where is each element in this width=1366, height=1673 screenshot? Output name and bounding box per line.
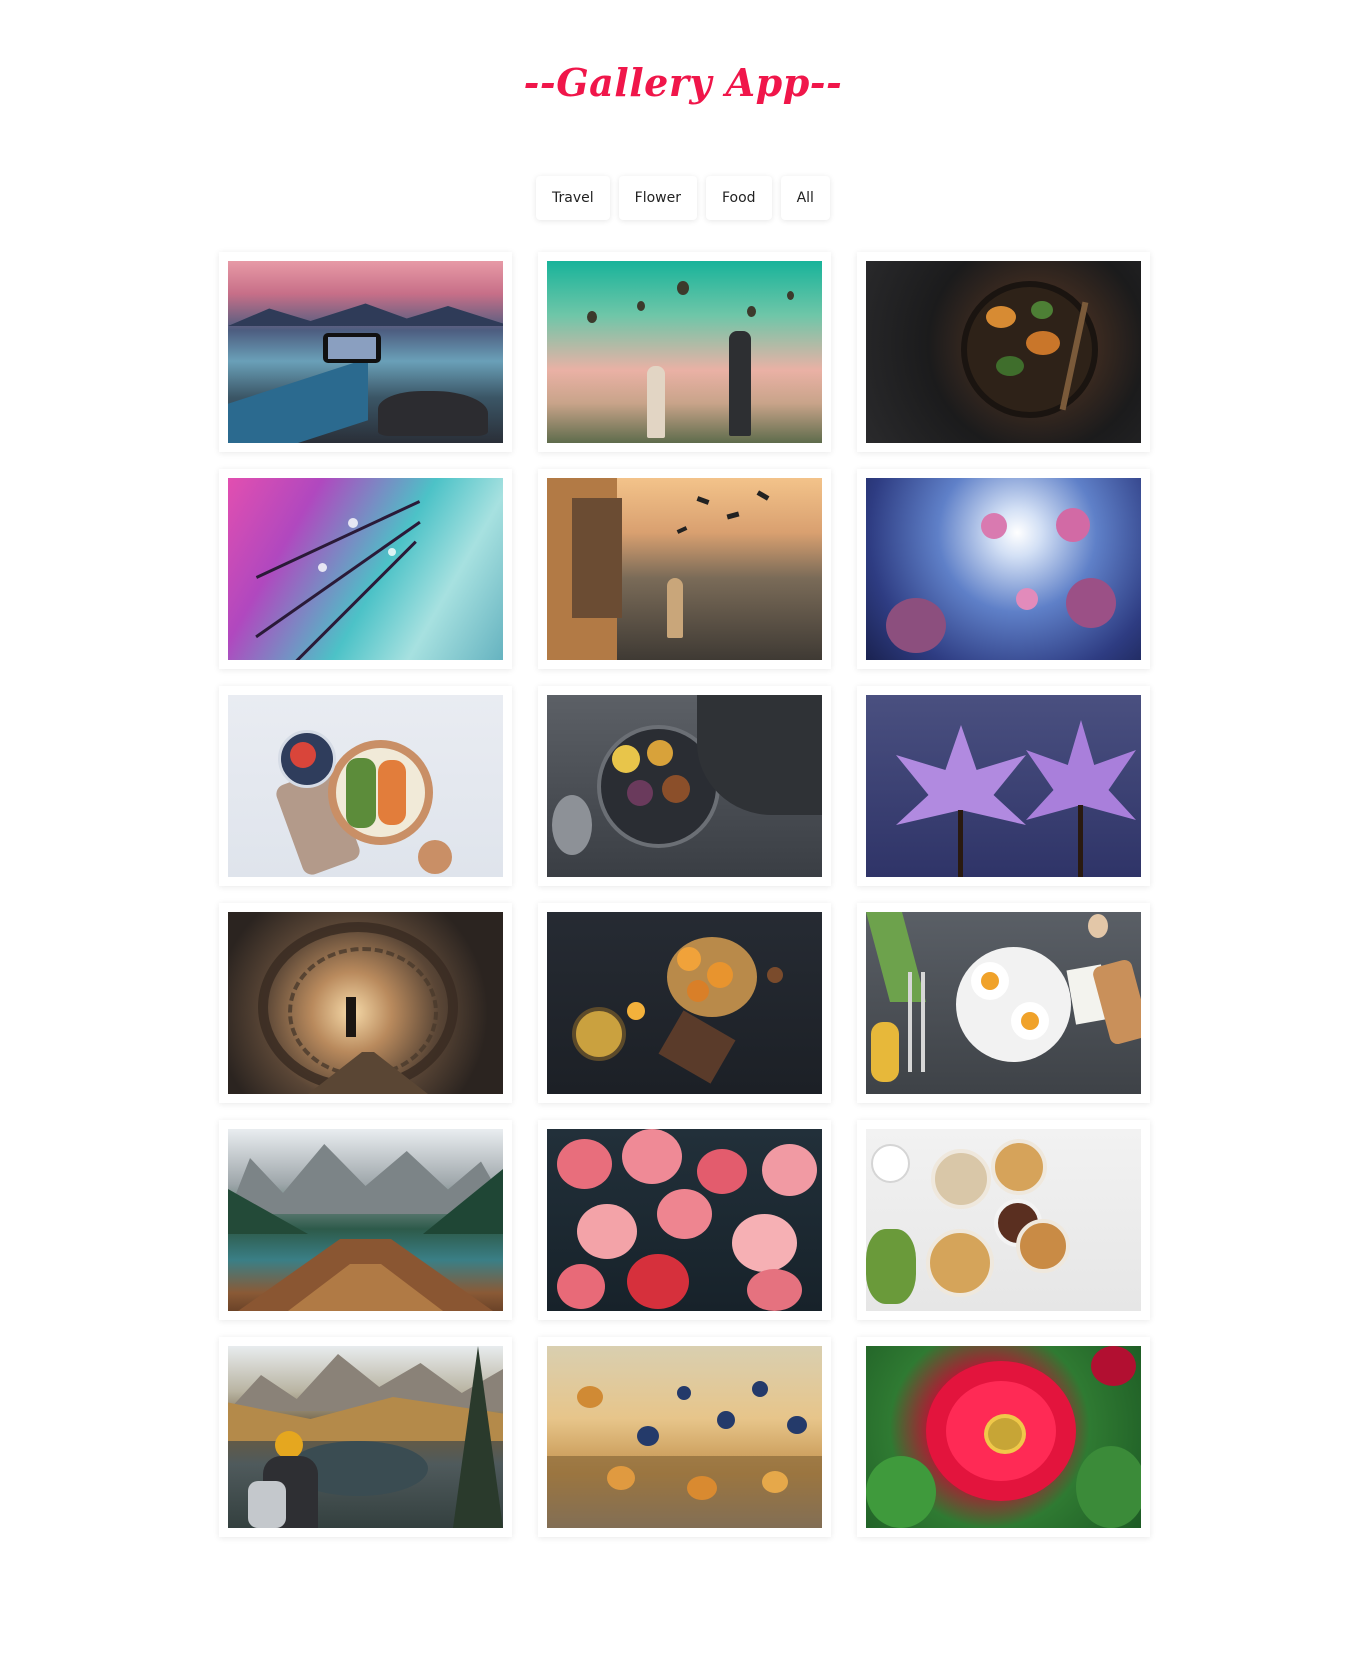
gallery-card[interactable] (219, 252, 512, 452)
filter-all-button[interactable]: All (780, 176, 830, 220)
gallery-card[interactable] (857, 1120, 1150, 1320)
gallery-card[interactable] (538, 903, 831, 1103)
food-photo-fruit-platter (547, 695, 822, 877)
flower-photo-cosmos-sky (866, 478, 1141, 660)
flower-photo-pink-blossoms (547, 1129, 822, 1311)
travel-photo-hot-air-balloons (547, 261, 822, 443)
gallery-card[interactable] (219, 1337, 512, 1537)
gallery-card[interactable] (857, 469, 1150, 669)
filter-flower-button[interactable]: Flower (618, 176, 697, 220)
travel-photo-fisherman-net (228, 912, 503, 1094)
filter-food-button[interactable]: Food (706, 176, 772, 220)
food-photo-salad-board (228, 695, 503, 877)
flower-photo-dew-petals (228, 478, 503, 660)
flower-photo-water-lilies (866, 695, 1141, 877)
gallery-card[interactable] (538, 469, 831, 669)
gallery-card[interactable] (538, 1337, 831, 1537)
gallery-card[interactable] (219, 903, 512, 1103)
gallery-card[interactable] (538, 1120, 831, 1320)
food-photo-breakfast-bowls (866, 1129, 1141, 1311)
gallery-card[interactable] (219, 469, 512, 669)
filter-bar: Travel Flower Food All (0, 176, 1366, 220)
page-title: --Gallery App-- (523, 60, 843, 105)
food-photo-citrus-spices (547, 912, 822, 1094)
travel-photo-street-birds (547, 478, 822, 660)
food-photo-pan-vegetables (866, 261, 1141, 443)
food-photo-breakfast-eggs (866, 912, 1141, 1094)
gallery-grid (219, 252, 1151, 1537)
gallery-card[interactable] (219, 686, 512, 886)
flower-photo-red-zinnia (866, 1346, 1141, 1528)
gallery-card[interactable] (857, 686, 1150, 886)
gallery-card[interactable] (857, 903, 1150, 1103)
travel-photo-hiker-lake (228, 1346, 503, 1528)
travel-photo-lake-mountains-phone (228, 261, 503, 443)
flower-photo-field-sunset (547, 1346, 822, 1528)
gallery-card[interactable] (857, 252, 1150, 452)
gallery-card[interactable] (857, 1337, 1150, 1537)
gallery-card[interactable] (219, 1120, 512, 1320)
travel-photo-boat-lake (228, 1129, 503, 1311)
gallery-card[interactable] (538, 686, 831, 886)
gallery-card[interactable] (538, 252, 831, 452)
filter-travel-button[interactable]: Travel (536, 176, 610, 220)
